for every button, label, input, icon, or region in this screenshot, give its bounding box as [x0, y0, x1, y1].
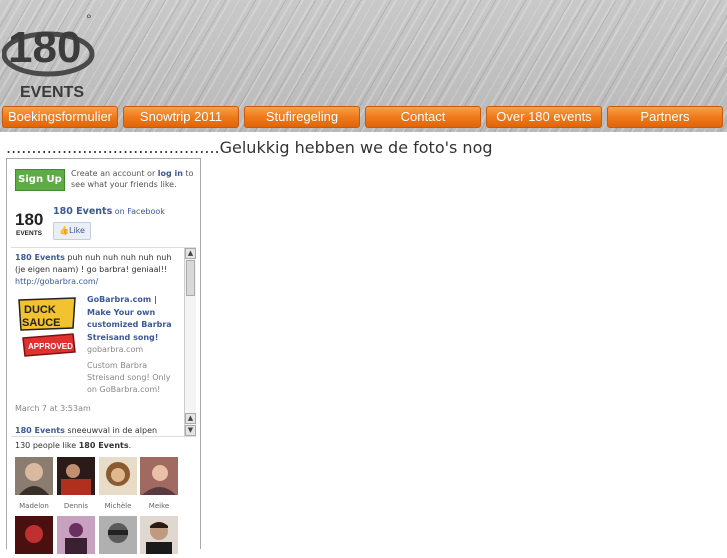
nav-stufiregeling[interactable]: Stufiregeling: [244, 106, 360, 128]
thumbs-up-icon: 👍: [59, 226, 69, 235]
nav-contact[interactable]: Contact: [365, 106, 481, 128]
nav-over-180-events[interactable]: Over 180 events: [486, 106, 602, 128]
fan-name[interactable]: Madelon: [15, 502, 53, 510]
site-header: 180 ° EVENTS Boekingsformulier Snowtrip …: [0, 0, 727, 132]
stream-post: 180 Events sneeuwval in de alpen: [15, 425, 180, 436]
fan-avatar: [140, 516, 178, 554]
page-name[interactable]: 180 Events on Facebook: [53, 206, 165, 217]
page-avatar[interactable]: 180 EVENTS: [14, 205, 46, 237]
scroll-thumb[interactable]: [186, 260, 195, 296]
scroll-up-arrow-icon[interactable]: ▲: [185, 248, 196, 259]
post-author[interactable]: 180 Events: [15, 426, 65, 435]
nav-boekingsformulier[interactable]: Boekingsformulier: [2, 106, 118, 128]
svg-text:EVENTS: EVENTS: [16, 230, 43, 237]
logo-degree: °: [86, 11, 92, 27]
nav-snowtrip[interactable]: Snowtrip 2011: [123, 106, 239, 128]
scroll-up-arrow-icon[interactable]: ▲: [185, 413, 196, 424]
stream-post: 180 Events puh nuh nuh nuh nuh nuh (je e…: [15, 252, 180, 288]
fan-avatar: [99, 516, 137, 554]
scroll-down-arrow-icon[interactable]: ▼: [185, 425, 196, 436]
signup-text: Create an account or log in to see what …: [71, 169, 194, 189]
fan-item[interactable]: Dennis: [57, 457, 95, 510]
fan-item[interactable]: [57, 516, 95, 558]
post-link[interactable]: http://gobarbra.com/: [15, 277, 98, 286]
attachment-domain: gobarbra.com: [87, 345, 144, 354]
fans-count: 130 people like 180 Events.: [15, 441, 132, 450]
duck-sauce-image: DUCK SAUCE APPROVED: [15, 294, 79, 364]
fan-item[interactable]: Michèle: [99, 457, 137, 510]
like-button[interactable]: 👍Like: [53, 222, 91, 240]
attachment-image[interactable]: DUCK SAUCE APPROVED: [15, 294, 79, 364]
logo-number: 180: [8, 23, 81, 72]
logo-word: EVENTS: [20, 84, 85, 101]
fan-item[interactable]: Madelon: [15, 457, 53, 510]
signup-button[interactable]: Sign Up: [15, 169, 65, 191]
fan-avatar: [15, 457, 53, 495]
fan-avatar: [57, 457, 95, 495]
svg-text:180: 180: [15, 210, 43, 229]
fan-item[interactable]: [15, 516, 53, 558]
main-nav: Boekingsformulier Snowtrip 2011 Stufireg…: [0, 106, 727, 128]
fan-avatar: [140, 457, 178, 495]
fan-name[interactable]: Michèle: [99, 502, 137, 510]
svg-text:DUCK: DUCK: [24, 304, 56, 316]
attachment-title[interactable]: GoBarbra.com | Make Your own customized …: [87, 294, 179, 344]
page-headline: ........................................…: [6, 138, 493, 157]
nav-partners[interactable]: Partners: [607, 106, 723, 128]
fan-name[interactable]: Meike: [140, 502, 178, 510]
post-text: sneeuwval in de alpen: [64, 426, 158, 435]
attachment-description: Custom Barbra Streisand song! Only on Go…: [87, 361, 171, 394]
stream-scrollbar[interactable]: ▲ ▲ ▼: [184, 248, 196, 436]
svg-text:APPROVED: APPROVED: [28, 342, 73, 351]
facebook-like-box: Sign Up Create an account or log in to s…: [6, 158, 201, 554]
login-link[interactable]: log in: [158, 169, 183, 178]
fan-item[interactable]: Meike: [140, 457, 178, 510]
post-author[interactable]: 180 Events: [15, 253, 65, 262]
logo[interactable]: 180 ° EVENTS: [1, 10, 98, 101]
svg-text:SAUCE: SAUCE: [22, 317, 61, 329]
fan-avatar: [15, 516, 53, 554]
post-timestamp[interactable]: March 7 at 3:53am: [15, 404, 91, 413]
fan-avatar: [99, 457, 137, 495]
fan-item[interactable]: [99, 516, 137, 558]
stream: 180 Events puh nuh nuh nuh nuh nuh (je e…: [11, 247, 196, 437]
page-logo-icon: 180 EVENTS: [14, 205, 46, 237]
fan-avatar: [57, 516, 95, 554]
fan-item[interactable]: [140, 516, 178, 558]
fan-name[interactable]: Dennis: [57, 502, 95, 510]
